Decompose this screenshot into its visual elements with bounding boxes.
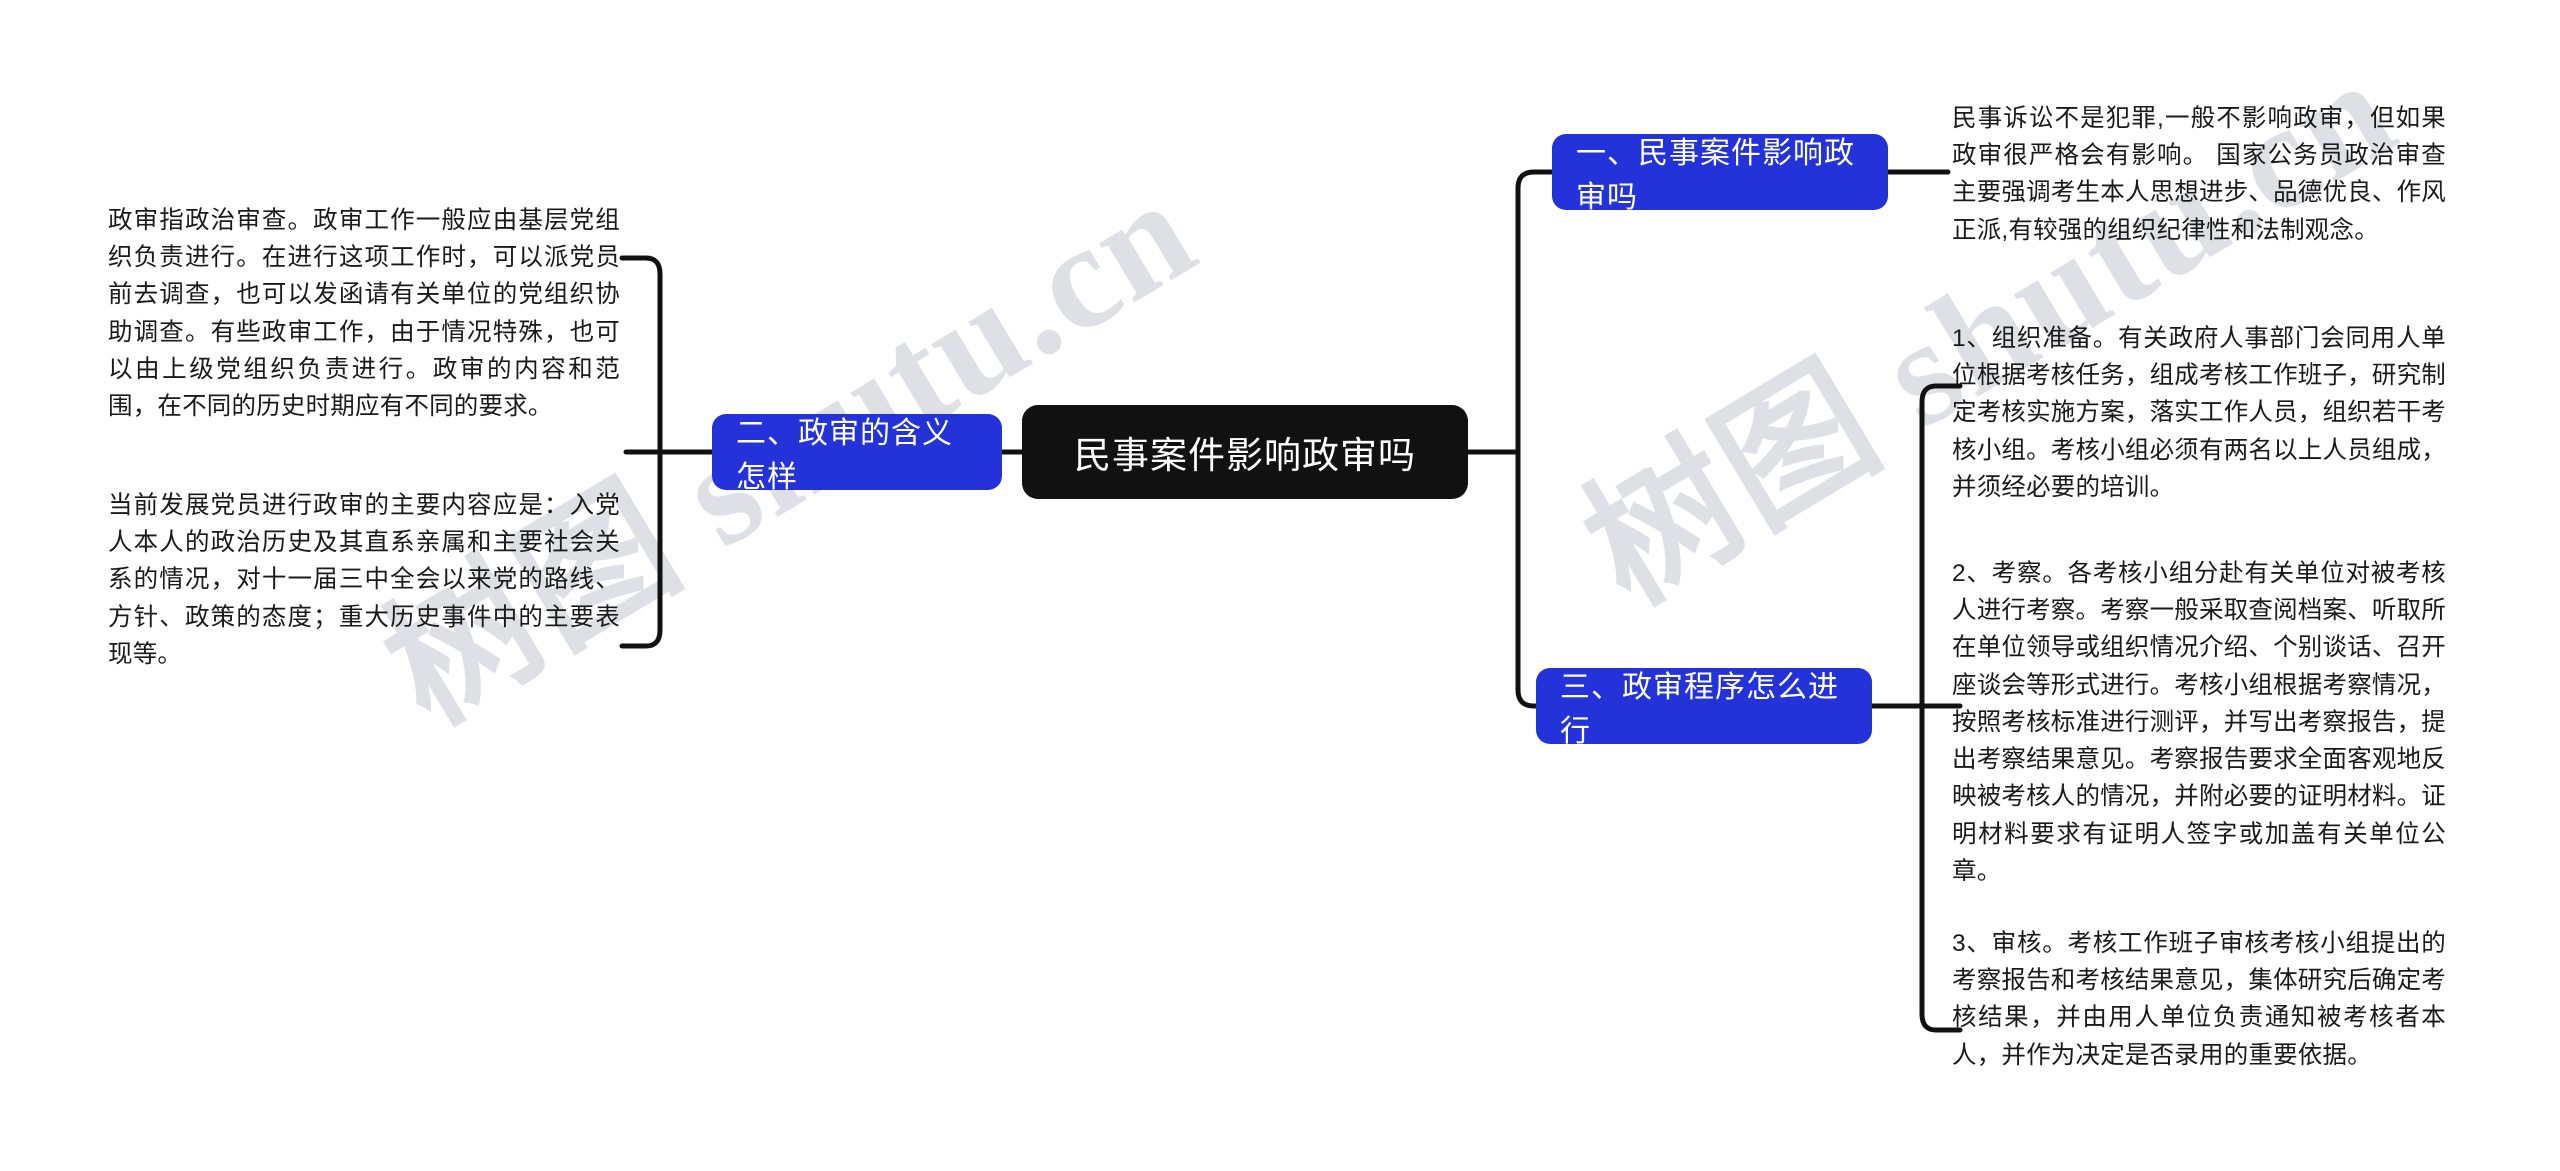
mindmap-canvas: 树图 shutu.cn 树图 shutu.cn 民事案件影响政审吗 一、民事案件… [0,0,2560,1171]
branch-node-3-label: 三、政审程序怎么进行 [1560,671,1839,748]
leaf-node: 民事诉讼不是犯罪,一般不影响政审，但如果政审很严格会有影响。 国家公务员政治审查… [1952,105,2446,244]
branch-node-2[interactable]: 二、政审的含义怎样 [712,414,1002,494]
leaf-node: 政审指政治审查。政审工作一般应由基层党组织负责进行。在进行这项工作时，可以派党员… [108,207,620,421]
leaf-node: 2、考察。各考核小组分赴有关单位对被考核人进行考察。考察一般采取查阅档案、听取所… [1952,560,2446,885]
root-node[interactable]: 民事案件影响政审吗 [1022,405,1468,499]
branch-node-1-label: 一、民事案件影响政审吗 [1576,137,1855,214]
branch-node-3[interactable]: 三、政审程序怎么进行 [1536,668,1872,748]
branch-node-1[interactable]: 一、民事案件影响政审吗 [1552,134,1888,214]
branch-node-2-label: 二、政审的含义怎样 [736,417,953,494]
leaf-node: 当前发展党员进行政审的主要内容应是：入党人本人的政治历史及其直系亲属和主要社会关… [108,492,620,668]
leaf-node: 3、审核。考核工作班子审核考核小组提出的考察报告和考核结果意见，集体研究后确定考… [1952,930,2446,1069]
root-node-label: 民事案件影响政审吗 [1074,435,1416,476]
leaf-node: 1、组织准备。有关政府人事部门会同用人单位根据考核任务，组成考核工作班子，研究制… [1952,325,2446,501]
